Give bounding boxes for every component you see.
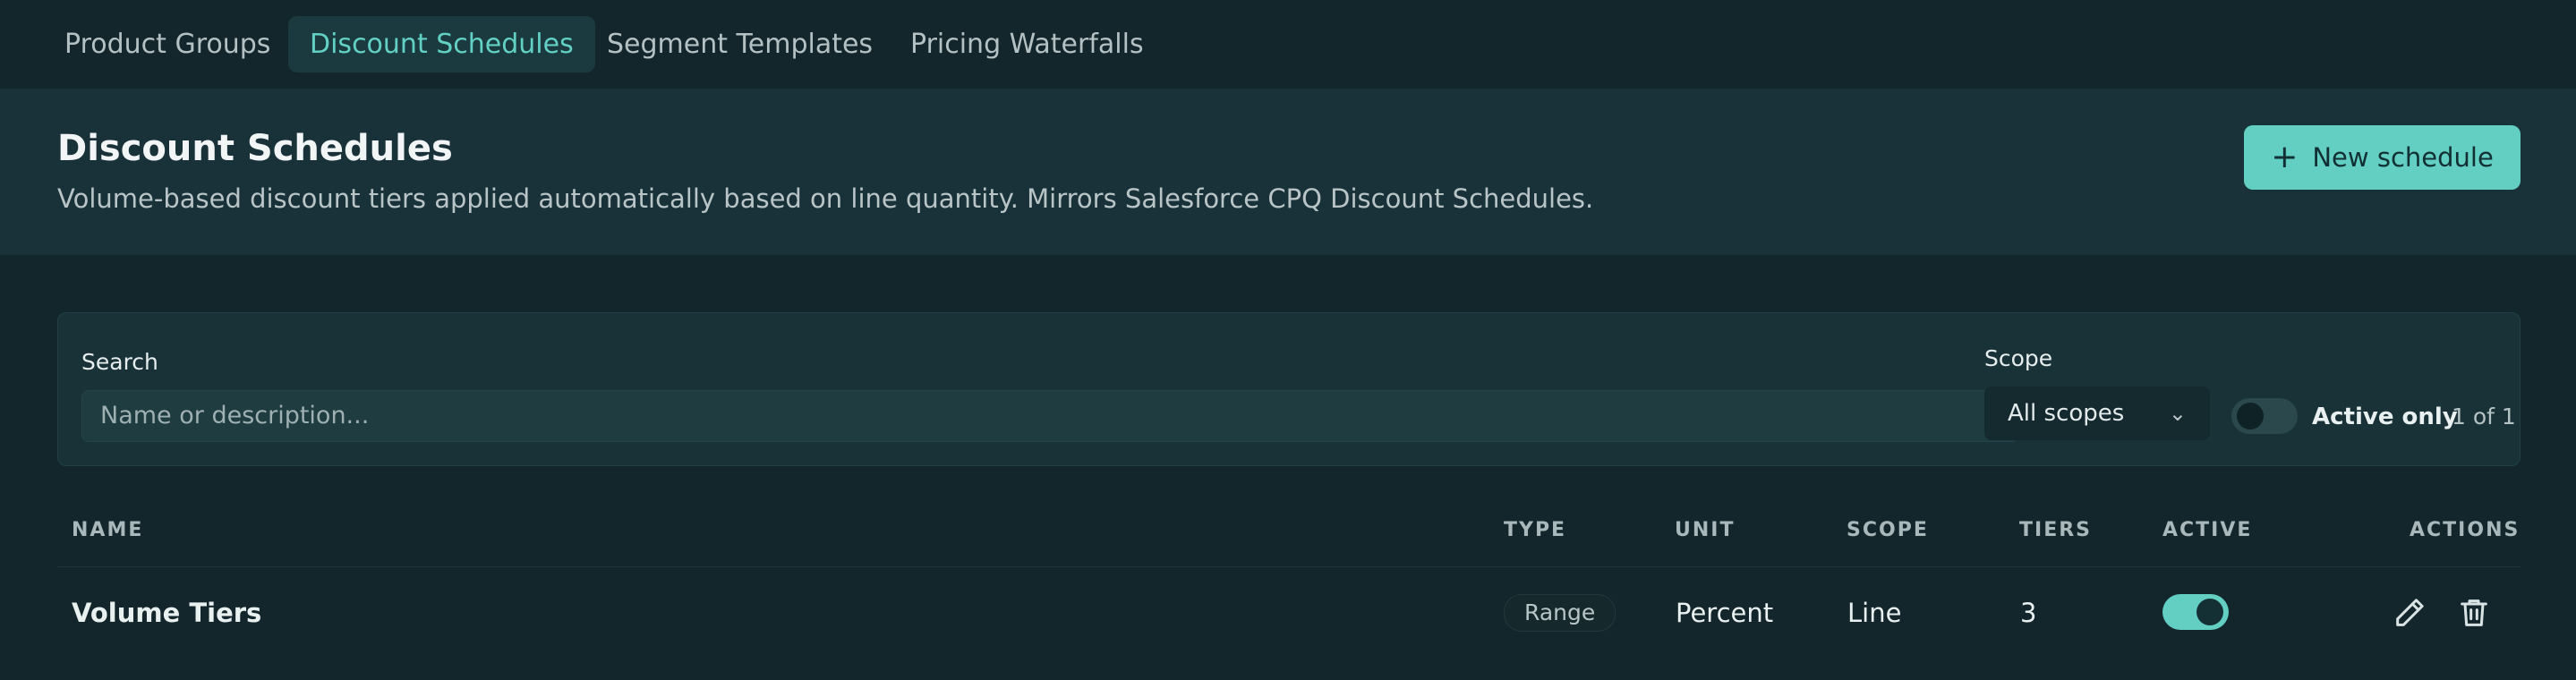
table-row[interactable]: Volume Tiers Range Percent Line 3	[57, 567, 2521, 666]
toggle-knob	[2237, 403, 2264, 429]
active-only-toggle[interactable]	[2231, 398, 2298, 434]
active-toggle[interactable]	[2162, 594, 2229, 630]
tab-bar: Product Groups Discount Schedules Segmen…	[0, 0, 2576, 89]
page-title: Discount Schedules	[57, 128, 453, 169]
scope-cell: Line	[1847, 598, 1902, 628]
result-count: 1 of 1	[2452, 404, 2516, 429]
column-header-active[interactable]: ACTIVE	[2162, 519, 2252, 541]
column-header-actions: ACTIONS	[2410, 519, 2521, 541]
unit-cell: Percent	[1676, 598, 1774, 628]
schedule-name[interactable]: Volume Tiers	[72, 598, 261, 628]
tiers-cell: 3	[2020, 598, 2037, 628]
column-header-name[interactable]: NAME	[72, 519, 143, 541]
column-header-tiers[interactable]: TIERS	[2019, 519, 2092, 541]
new-schedule-label: New schedule	[2312, 142, 2494, 173]
search-label: Search	[81, 349, 158, 375]
page-subtitle: Volume-based discount tiers applied auto…	[57, 183, 1594, 214]
column-header-scope[interactable]: SCOPE	[1847, 519, 1929, 541]
scope-select[interactable]: All scopes ⌄	[1984, 387, 2210, 440]
toggle-knob	[2196, 599, 2223, 625]
filter-panel: Search Name or description... Scope All …	[57, 312, 2521, 466]
search-input[interactable]: Name or description...	[81, 390, 2018, 442]
plus-icon: +	[2271, 139, 2299, 175]
tab-discount-schedules[interactable]: Discount Schedules	[288, 16, 595, 72]
scope-label: Scope	[1984, 345, 2053, 371]
tab-pricing-waterfalls[interactable]: Pricing Waterfalls	[889, 16, 1165, 72]
tab-product-groups[interactable]: Product Groups	[43, 16, 292, 72]
tab-segment-templates[interactable]: Segment Templates	[585, 16, 894, 72]
scope-select-value: All scopes	[2008, 400, 2125, 427]
chevron-down-icon: ⌄	[2168, 401, 2187, 426]
type-badge: Range	[1504, 594, 1616, 632]
page-header: Discount Schedules Volume-based discount…	[0, 89, 2576, 255]
column-header-type[interactable]: TYPE	[1504, 519, 1566, 541]
new-schedule-button[interactable]: + New schedule	[2244, 125, 2521, 190]
active-only-label: Active only	[2312, 404, 2458, 430]
column-header-unit[interactable]: UNIT	[1675, 519, 1735, 541]
trash-icon[interactable]	[2456, 595, 2492, 631]
edit-icon[interactable]	[2392, 595, 2427, 631]
